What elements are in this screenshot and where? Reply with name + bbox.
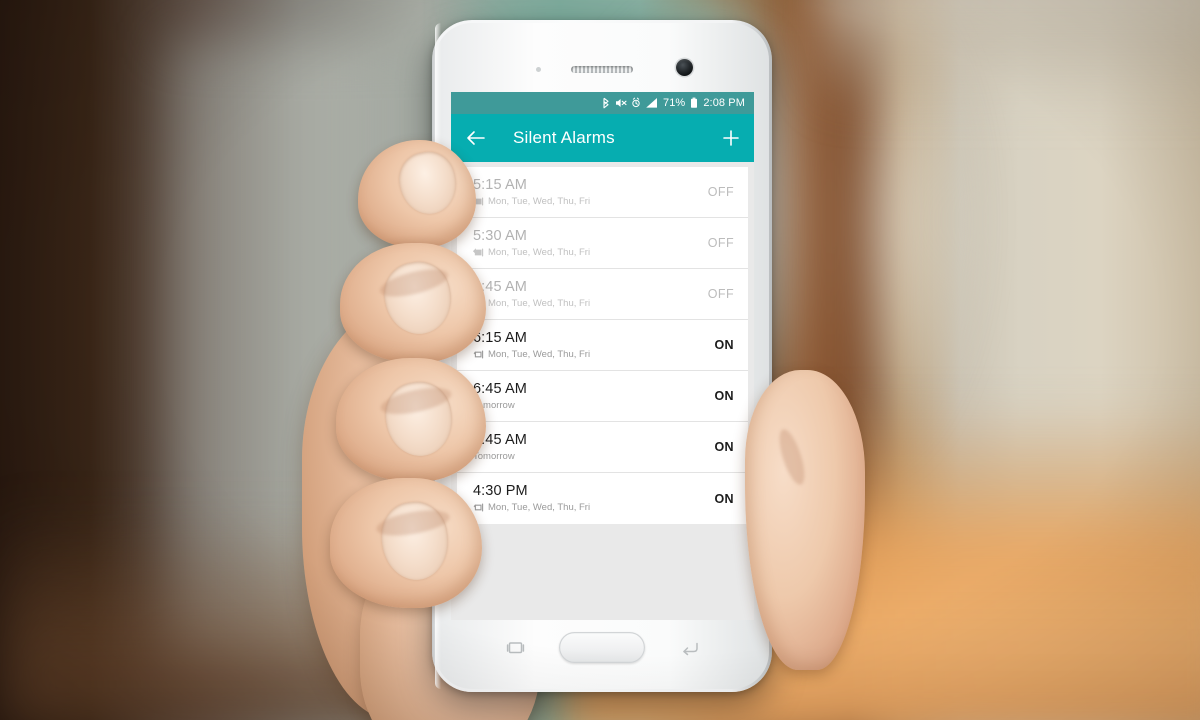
- scene: 71% 2:08 PM Silent Alarms: [0, 0, 1200, 720]
- vignette: [0, 0, 1200, 720]
